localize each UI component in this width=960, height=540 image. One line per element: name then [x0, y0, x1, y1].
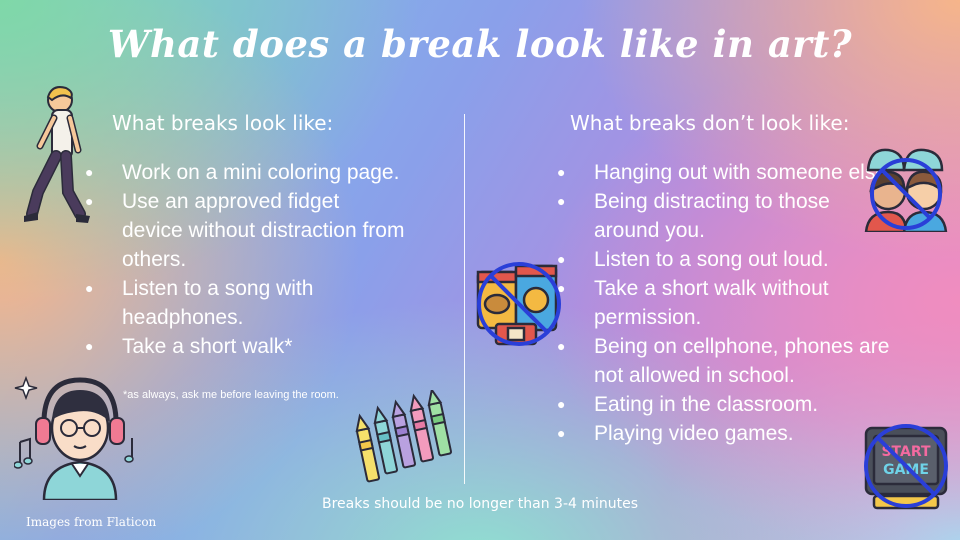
headphones-student-icon: [14, 375, 134, 500]
image-credit: Images from Flaticon: [26, 515, 157, 529]
not-allowed-breaks-list: Hanging out with someone else. Being dis…: [557, 158, 897, 448]
column-divider: [464, 114, 465, 484]
snack-food-icon: [476, 262, 561, 346]
slide-title: What does a break look like in art?: [107, 22, 853, 66]
list-item: Being on cellphone, phones are not allow…: [557, 332, 897, 390]
list-item: Eating in the classroom.: [557, 390, 897, 419]
list-item: Work on a mini coloring page.: [85, 158, 405, 187]
left-column-heading: What breaks look like:: [112, 111, 334, 135]
slide: What does a break look like in art? What…: [0, 0, 960, 540]
list-item: Listen to a song with headphones.: [85, 274, 405, 332]
list-item: Take a short walk without permission.: [557, 274, 897, 332]
list-item: Hanging out with someone else.: [557, 158, 897, 187]
list-item: Take a short walk*: [85, 332, 405, 361]
list-item: Being distracting to those around you.: [557, 187, 897, 245]
list-item: Playing video games.: [557, 419, 897, 448]
video-game-prohibited-icon: START GAME: [864, 424, 948, 510]
friends-prohibited-icon: [864, 148, 948, 232]
list-item: Listen to a song out loud.: [557, 245, 897, 274]
list-item: Use an approved fidget device without di…: [85, 187, 405, 274]
walk-footnote: *as always, ask me before leaving the ro…: [123, 389, 339, 401]
allowed-breaks-list: Work on a mini coloring page. Use an app…: [85, 158, 405, 361]
walking-person-icon: [24, 86, 90, 223]
crayons-icon: [355, 390, 453, 483]
right-column-heading: What breaks don’t look like:: [570, 111, 850, 135]
